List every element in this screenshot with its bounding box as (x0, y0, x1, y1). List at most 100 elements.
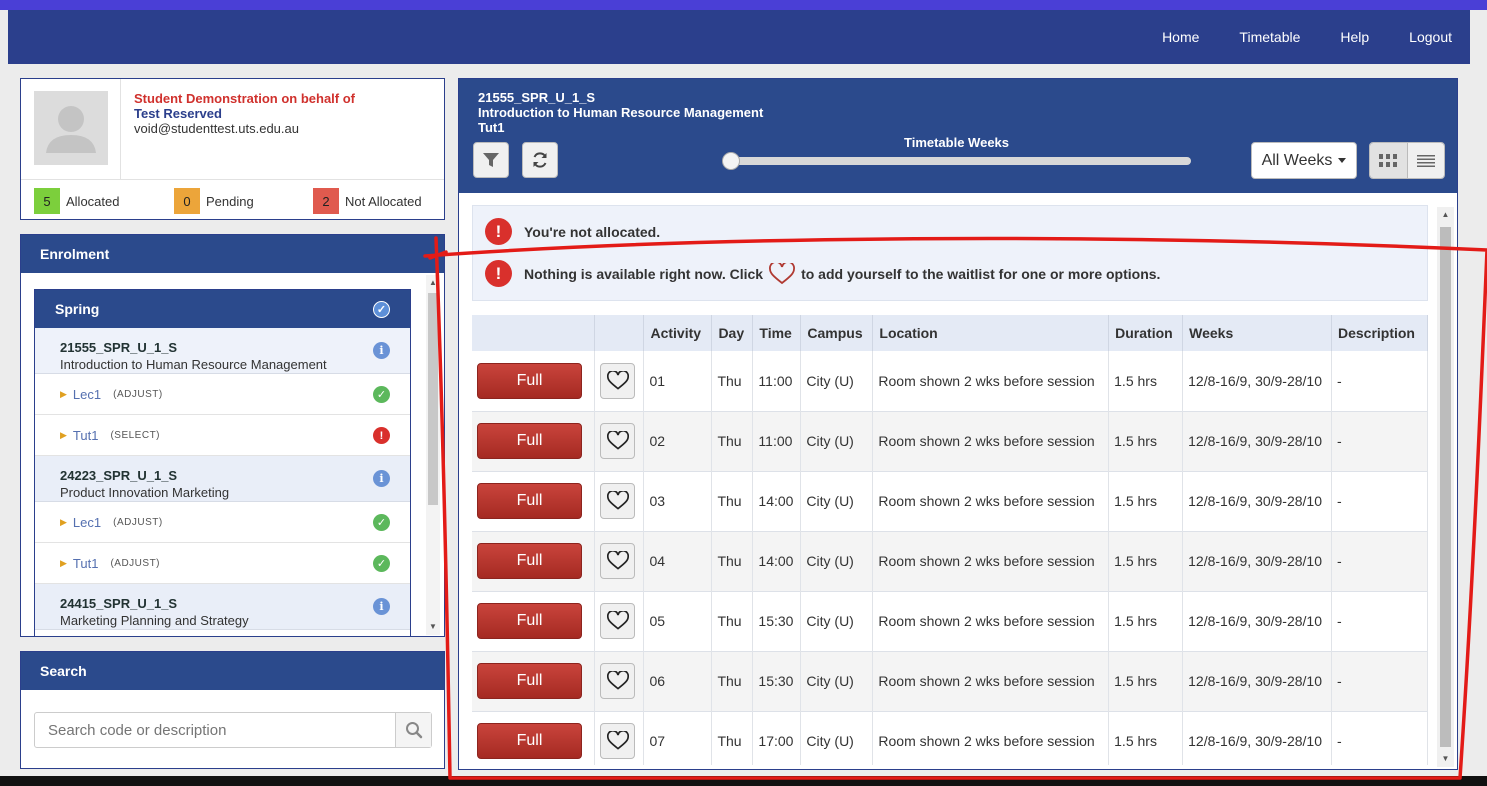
subject-name: Introduction to Human Resource Managemen… (60, 357, 327, 372)
subject-item[interactable]: 24415_SPR_U_1_S Marketing Planning and S… (35, 584, 410, 630)
demo-notice: Student Demonstration on behalf of (134, 91, 355, 106)
activity-item[interactable]: ▶ Lec1 (ADJUST) ✓ (35, 374, 410, 415)
full-button[interactable]: Full (477, 603, 582, 639)
collapse-check-icon[interactable]: ✓ (373, 301, 390, 318)
activity-name[interactable]: Tut1 (73, 428, 99, 443)
info-icon[interactable]: i (373, 598, 390, 615)
count-pending[interactable]: 0 Pending (174, 188, 254, 214)
cell-weeks: 12/8-16/9, 30/9-28/10 (1182, 711, 1332, 765)
nav-logout[interactable]: Logout (1409, 29, 1452, 45)
cell-day: Thu (711, 351, 754, 411)
table-row: Full 05 Thu 15:30 City (U) Room shown 2 wks b… (472, 591, 1428, 651)
scroll-thumb[interactable] (1440, 227, 1451, 747)
full-button[interactable]: Full (477, 362, 582, 399)
nav-home[interactable]: Home (1162, 29, 1199, 45)
activity-tag: (ADJUST) (110, 557, 161, 569)
activity-item[interactable]: ▶ Tut1 (SELECT) ! (35, 415, 410, 456)
waitlist-button[interactable] (600, 603, 636, 639)
scroll-thumb[interactable] (428, 293, 438, 505)
term-header[interactable]: Spring ✓ (35, 290, 410, 328)
cell-campus: City (U) (800, 531, 874, 591)
weeks-slider-handle[interactable] (722, 152, 740, 170)
count-allocated[interactable]: 5 Allocated (34, 188, 119, 214)
cell-weeks: 12/8-16/9, 30/9-28/10 (1182, 651, 1332, 711)
info-icon[interactable]: i (373, 470, 390, 487)
column-header (472, 315, 596, 351)
cell-campus: City (U) (800, 711, 874, 765)
subject-item[interactable]: 24223_SPR_U_1_S Product Innovation Marke… (35, 456, 410, 502)
table-row: Full 04 Thu 14:00 City (U) Room shown 2 wks b… (472, 531, 1428, 591)
weeks-dropdown[interactable]: All Weeks (1251, 142, 1357, 179)
count-not-allocated[interactable]: 2 Not Allocated (313, 188, 422, 214)
avatar (34, 91, 108, 165)
scroll-up-icon[interactable]: ▲ (428, 278, 438, 288)
waitlist-cell (594, 651, 645, 711)
scroll-down-icon[interactable]: ▼ (1440, 754, 1451, 764)
activity-name[interactable]: Lec1 (73, 387, 101, 402)
activity-name[interactable]: Lec1 (73, 515, 101, 530)
subject-name: Product Innovation Marketing (60, 485, 230, 500)
nav-timetable[interactable]: Timetable (1239, 29, 1300, 45)
cell-location: Room shown 2 wks before session (872, 711, 1110, 765)
triangle-right-icon: ▶ (60, 429, 67, 440)
waitlist-button[interactable] (600, 362, 636, 399)
filter-button[interactable] (473, 142, 509, 178)
full-button[interactable]: Full (477, 423, 582, 459)
search-input[interactable] (35, 713, 395, 747)
count-label: Pending (206, 193, 254, 209)
cell-activity: 01 (643, 351, 713, 411)
list-view-button[interactable] (1407, 143, 1444, 178)
waitlist-button[interactable] (600, 543, 636, 579)
term-label: Spring (55, 301, 100, 317)
error-icon: ! (485, 260, 512, 287)
full-cell: Full (472, 531, 596, 591)
subject-item[interactable]: 21555_SPR_U_1_S Introduction to Human Re… (35, 328, 410, 374)
full-button[interactable]: Full (477, 723, 582, 759)
cell-day: Thu (711, 471, 754, 531)
cell-campus: City (U) (800, 471, 874, 531)
search-button[interactable] (395, 713, 431, 747)
full-button[interactable]: Full (477, 663, 582, 699)
waitlist-button[interactable] (600, 483, 636, 519)
cell-day: Thu (711, 411, 754, 471)
activity-tag: (SELECT) (110, 429, 161, 441)
activity-item[interactable]: ▶ Lec1 (ADJUST) ✓ (35, 502, 410, 543)
column-header: Duration (1108, 315, 1184, 351)
nav-links: Home Timetable Help Logout (1162, 10, 1452, 64)
refresh-button[interactable] (522, 142, 558, 178)
full-cell: Full (472, 471, 596, 531)
nav-help[interactable]: Help (1340, 29, 1369, 45)
activity-header: 21555_SPR_U_1_S Introduction to Human Re… (459, 79, 1457, 193)
timetable-weeks-label: Timetable Weeks (904, 135, 1010, 150)
triangle-right-icon: ▶ (60, 516, 67, 527)
full-button[interactable]: Full (477, 543, 582, 579)
weeks-slider[interactable] (724, 157, 1191, 165)
full-button[interactable]: Full (477, 483, 582, 519)
waitlist-button[interactable] (600, 663, 636, 699)
scroll-up-icon[interactable]: ▲ (1440, 210, 1451, 220)
activity-scrollbar[interactable]: ▲ ▼ (1437, 207, 1454, 767)
cell-description: - (1331, 411, 1428, 471)
weeks-dropdown-value: All Weeks (1261, 151, 1333, 169)
activity-item[interactable]: ▶ Tut1 (ADJUST) ✓ (35, 543, 410, 584)
info-icon[interactable]: i (373, 342, 390, 359)
cell-location: Room shown 2 wks before session (872, 411, 1110, 471)
subject-code: 24223_SPR_U_1_S (60, 468, 178, 483)
subject-code: 24415_SPR_U_1_S (60, 596, 178, 611)
waitlist-button[interactable] (600, 723, 636, 759)
enrolment-scrollbar[interactable]: ▲ ▼ (426, 275, 440, 635)
scroll-down-icon[interactable]: ▼ (428, 622, 438, 632)
activity-tag: (ADJUST) (113, 388, 163, 400)
search-title: Search (21, 652, 444, 690)
subject-code: 21555_SPR_U_1_S (60, 340, 178, 355)
grid-view-button[interactable] (1370, 143, 1408, 178)
heart-icon (606, 611, 629, 630)
alert-text: Nothing is available right now. Click (524, 265, 764, 282)
activity-name[interactable]: Tut1 (73, 556, 99, 571)
cell-location: Room shown 2 wks before session (872, 591, 1110, 651)
cell-weeks: 12/8-16/9, 30/9-28/10 (1182, 411, 1332, 471)
check-circle-icon: ✓ (373, 555, 390, 572)
cell-time: 11:00 (752, 351, 802, 411)
cell-location: Room shown 2 wks before session (872, 471, 1110, 531)
waitlist-button[interactable] (600, 423, 636, 459)
